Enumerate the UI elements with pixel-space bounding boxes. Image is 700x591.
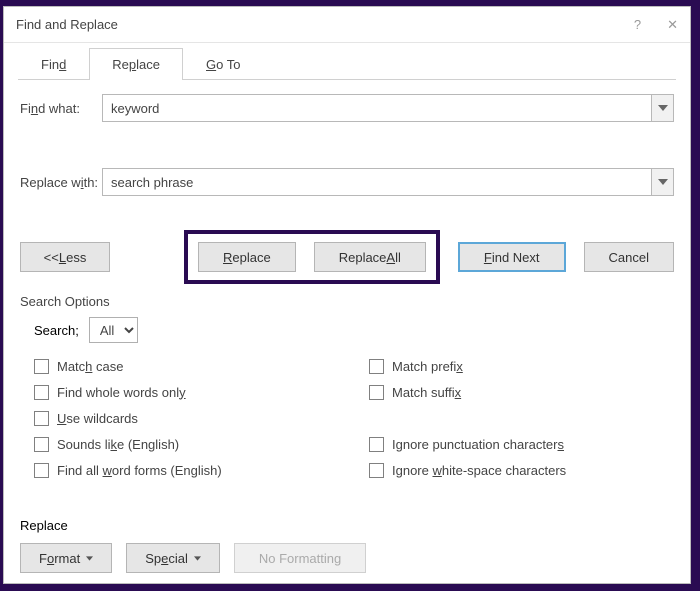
checkbox-icon	[369, 385, 384, 400]
checkbox-icon	[34, 463, 49, 478]
titlebar: Find and Replace ? ✕	[4, 7, 690, 43]
action-button-row: << Less Replace Replace All Find Next Ca…	[20, 230, 674, 284]
find-what-row: Find what:	[20, 94, 674, 122]
find-next-button[interactable]: Find Next	[458, 242, 566, 272]
tab-goto-label: Go To	[206, 57, 240, 72]
options-left-col: Match case Find whole words only Use wil…	[34, 353, 339, 483]
find-what-label: Find what:	[20, 101, 102, 116]
find-what-history-button[interactable]	[651, 95, 673, 121]
match-case-checkbox[interactable]: Match case	[34, 353, 339, 379]
wildcards-checkbox[interactable]: Use wildcards	[34, 405, 339, 431]
checkbox-label: Match case	[57, 359, 123, 374]
button-label: Special	[145, 551, 188, 566]
special-button[interactable]: Special	[126, 543, 220, 573]
sounds-like-checkbox[interactable]: Sounds like (English)	[34, 431, 339, 457]
ignore-punct-checkbox[interactable]: Ignore punctuation characters	[369, 431, 674, 457]
chevron-down-icon	[658, 105, 668, 111]
cancel-button[interactable]: Cancel	[584, 242, 674, 272]
checkbox-label: Ignore punctuation characters	[392, 437, 564, 452]
checkbox-icon	[34, 385, 49, 400]
options-columns: Match case Find whole words only Use wil…	[34, 353, 674, 483]
checkbox-label: Use wildcards	[57, 411, 138, 426]
checkbox-icon	[369, 359, 384, 374]
format-button[interactable]: Format	[20, 543, 112, 573]
replace-with-history-button[interactable]	[651, 169, 673, 195]
replace-with-row: Replace with:	[20, 168, 674, 196]
tab-strip: Find Replace Go To	[18, 47, 676, 80]
find-replace-dialog: Find and Replace ? ✕ Find Replace Go To …	[3, 6, 691, 584]
checkbox-icon	[369, 463, 384, 478]
search-direction-row: Search; All	[34, 317, 674, 343]
less-button[interactable]: << Less	[20, 242, 110, 272]
dialog-body: Find what: Replace with: << Less R	[4, 80, 690, 583]
find-what-input[interactable]	[102, 94, 674, 122]
checkbox-label: Match suffix	[392, 385, 461, 400]
window-title: Find and Replace	[16, 17, 118, 32]
options-right-col: Match prefix Match suffix Ignore punctua…	[339, 353, 674, 483]
whole-words-checkbox[interactable]: Find whole words only	[34, 379, 339, 405]
checkbox-icon	[34, 359, 49, 374]
ignore-whitespace-checkbox[interactable]: Ignore white-space characters	[369, 457, 674, 483]
checkbox-label: Sounds like (English)	[57, 437, 179, 452]
search-direction-label: Search;	[34, 323, 79, 338]
window-controls: ? ✕	[634, 17, 678, 33]
tab-replace-label: Replace	[112, 57, 160, 72]
tab-find-label: Find	[41, 57, 66, 72]
checkbox-label: Match prefix	[392, 359, 463, 374]
checkbox-label: Find whole words only	[57, 385, 186, 400]
replace-all-button[interactable]: Replace All	[314, 242, 426, 272]
checkbox-icon	[34, 437, 49, 452]
replace-button[interactable]: Replace	[198, 242, 296, 272]
tab-replace[interactable]: Replace	[89, 48, 183, 80]
match-suffix-checkbox[interactable]: Match suffix	[369, 379, 674, 405]
caret-down-icon	[86, 555, 93, 562]
replace-group-label: Replace	[20, 518, 674, 533]
replace-with-label: Replace with:	[20, 175, 102, 190]
checkbox-icon	[369, 437, 384, 452]
close-icon[interactable]: ✕	[667, 17, 678, 33]
checkbox-label: Ignore white-space characters	[392, 463, 566, 478]
format-buttons-row: Format Special No Formatting	[20, 543, 674, 573]
button-label: Format	[39, 551, 80, 566]
search-options-label: Search Options	[20, 294, 674, 309]
word-forms-checkbox[interactable]: Find all word forms (English)	[34, 457, 339, 483]
replace-with-input[interactable]	[102, 168, 674, 196]
bottom-section: Replace Format Special No Formatting	[20, 488, 674, 573]
tab-find[interactable]: Find	[18, 48, 89, 80]
search-direction-select[interactable]: All	[89, 317, 138, 343]
no-formatting-button: No Formatting	[234, 543, 366, 573]
tab-goto[interactable]: Go To	[183, 48, 263, 80]
match-prefix-checkbox[interactable]: Match prefix	[369, 353, 674, 379]
checkbox-label: Find all word forms (English)	[57, 463, 222, 478]
help-icon[interactable]: ?	[634, 17, 641, 33]
checkbox-icon	[34, 411, 49, 426]
chevron-down-icon	[658, 179, 668, 185]
replace-buttons-highlight: Replace Replace All	[184, 230, 440, 284]
caret-down-icon	[194, 555, 201, 562]
